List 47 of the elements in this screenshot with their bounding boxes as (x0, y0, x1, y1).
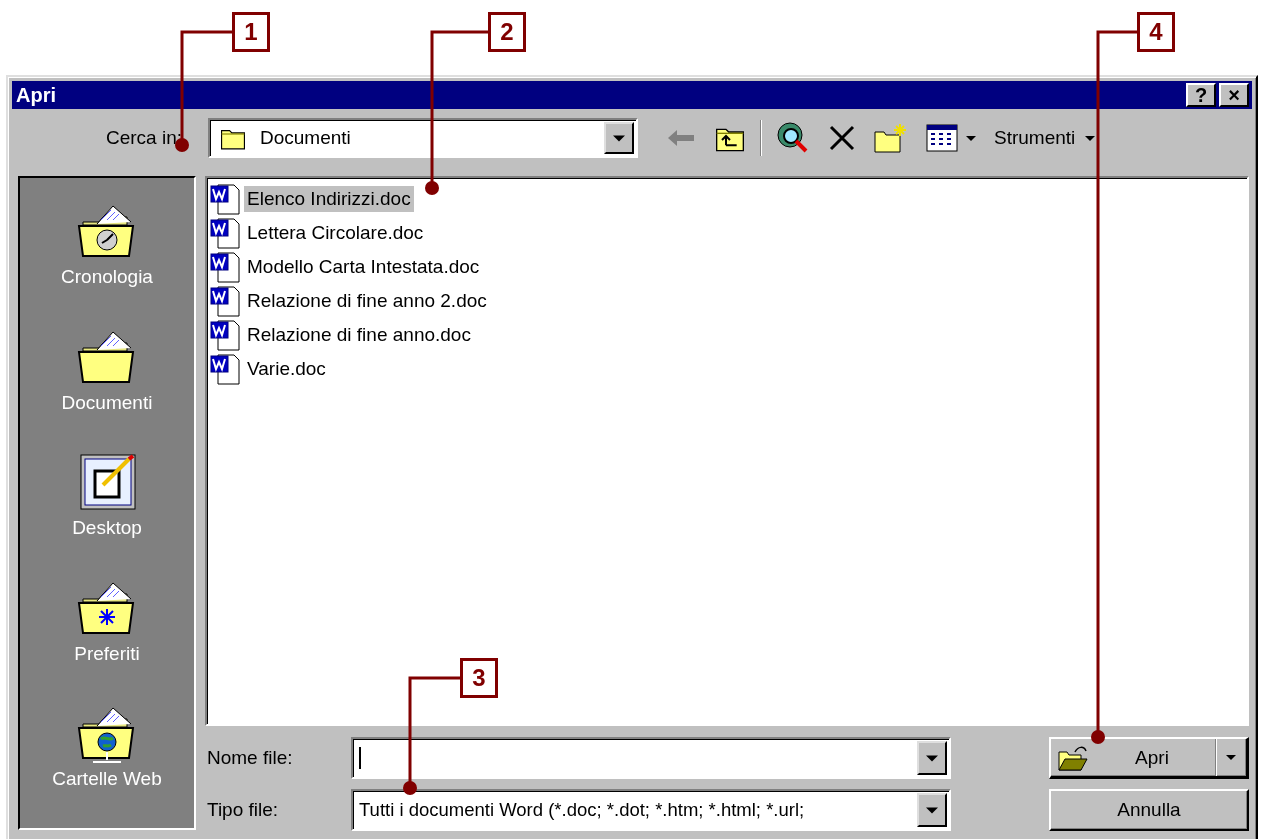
callout-number: 4 (1137, 12, 1175, 52)
file-name-field[interactable] (351, 737, 951, 779)
file-type-label: Tipo file: (206, 799, 280, 821)
file-item[interactable]: Elenco Indirizzi.doc (244, 186, 414, 212)
callout-number: 3 (460, 658, 498, 698)
help-button[interactable]: ? (1186, 83, 1216, 107)
word-document-icon (210, 251, 242, 283)
word-document-icon (210, 217, 242, 249)
places-item[interactable]: Desktop (72, 451, 142, 577)
window-title: Apri (16, 83, 56, 107)
file-name-label: Nome file: (206, 747, 294, 769)
text-cursor (359, 747, 361, 769)
word-document-icon (210, 353, 242, 385)
caret-icon (1085, 135, 1096, 141)
word-document-icon (210, 319, 242, 351)
word-document-icon (210, 285, 242, 317)
callout-number: 1 (232, 12, 270, 52)
look-in-label: Cerca in: (104, 127, 182, 149)
file-item[interactable]: Lettera Circolare.doc (244, 220, 427, 246)
tools-menu[interactable]: Strumenti (990, 127, 1100, 149)
caret-icon (966, 135, 976, 141)
places-item[interactable]: Cronologia (61, 200, 153, 326)
close-button[interactable]: × (1219, 83, 1249, 107)
look-in-dropdown[interactable]: Documenti (208, 118, 638, 158)
new-folder-icon[interactable] (874, 123, 908, 153)
callout-number: 2 (488, 12, 526, 52)
open-button[interactable]: Apri (1049, 737, 1249, 779)
places-item[interactable]: Preferiti (74, 576, 140, 703)
places-item[interactable]: Documenti (61, 325, 153, 452)
caret-icon (1226, 755, 1236, 760)
globe-search-icon[interactable] (776, 121, 810, 155)
word-document-icon (210, 183, 242, 215)
file-type-value: Tutti i documenti Word (*.doc; *.dot; *.htm; *.html; *.url; (359, 799, 806, 821)
file-item[interactable]: Relazione di fine anno 2.doc (244, 288, 490, 314)
file-item[interactable]: Relazione di fine anno.doc (244, 322, 474, 348)
caret-icon (926, 754, 938, 762)
file-item[interactable]: Modello Carta Intestata.doc (244, 254, 483, 280)
look-in-value: Documenti (260, 127, 352, 149)
caret-icon (926, 806, 938, 814)
file-item[interactable]: Varie.doc (244, 356, 329, 382)
cancel-button[interactable]: Annulla (1049, 789, 1249, 831)
file-type-dropdown[interactable]: Tutti i documenti Word (*.doc; *.dot; *.htm; *.html; *.url; (351, 789, 951, 831)
delete-icon[interactable] (828, 124, 856, 152)
caret-icon (613, 134, 625, 142)
views-button[interactable] (926, 124, 976, 152)
places-item[interactable]: Cartelle Web (52, 702, 162, 828)
list-view-icon (926, 124, 958, 152)
